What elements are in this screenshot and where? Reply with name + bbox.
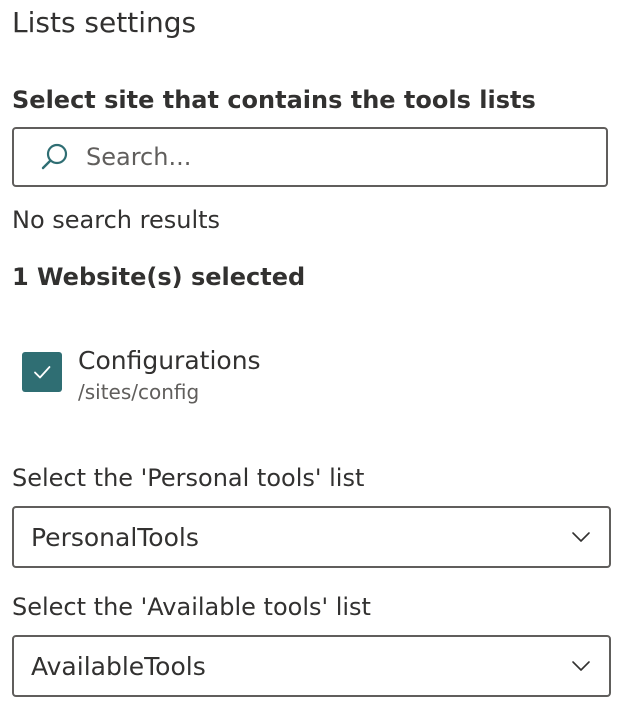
search-icon	[38, 140, 72, 174]
chevron-down-icon	[569, 654, 593, 678]
site-checkbox[interactable]	[22, 352, 62, 392]
selected-site-item: Configurations /sites/config	[22, 344, 261, 406]
chevron-down-icon	[569, 525, 593, 549]
available-tools-value: AvailableTools	[31, 651, 206, 681]
personal-tools-dropdown[interactable]: PersonalTools	[12, 506, 611, 568]
panel-title: Lists settings	[12, 6, 197, 39]
personal-tools-label: Select the 'Personal tools' list	[12, 464, 365, 492]
available-tools-label: Select the 'Available tools' list	[12, 593, 371, 621]
site-name: Configurations	[78, 346, 261, 375]
available-tools-dropdown[interactable]: AvailableTools	[12, 635, 611, 697]
site-search-box[interactable]	[12, 127, 608, 187]
site-url: /sites/config	[78, 380, 200, 404]
personal-tools-value: PersonalTools	[31, 522, 199, 552]
site-search-input[interactable]	[86, 137, 606, 177]
selected-count-text: 1 Website(s) selected	[12, 263, 306, 291]
checkmark-icon	[34, 366, 51, 379]
site-selector-label: Select site that contains the tools list…	[12, 86, 536, 114]
no-results-text: No search results	[12, 206, 221, 234]
